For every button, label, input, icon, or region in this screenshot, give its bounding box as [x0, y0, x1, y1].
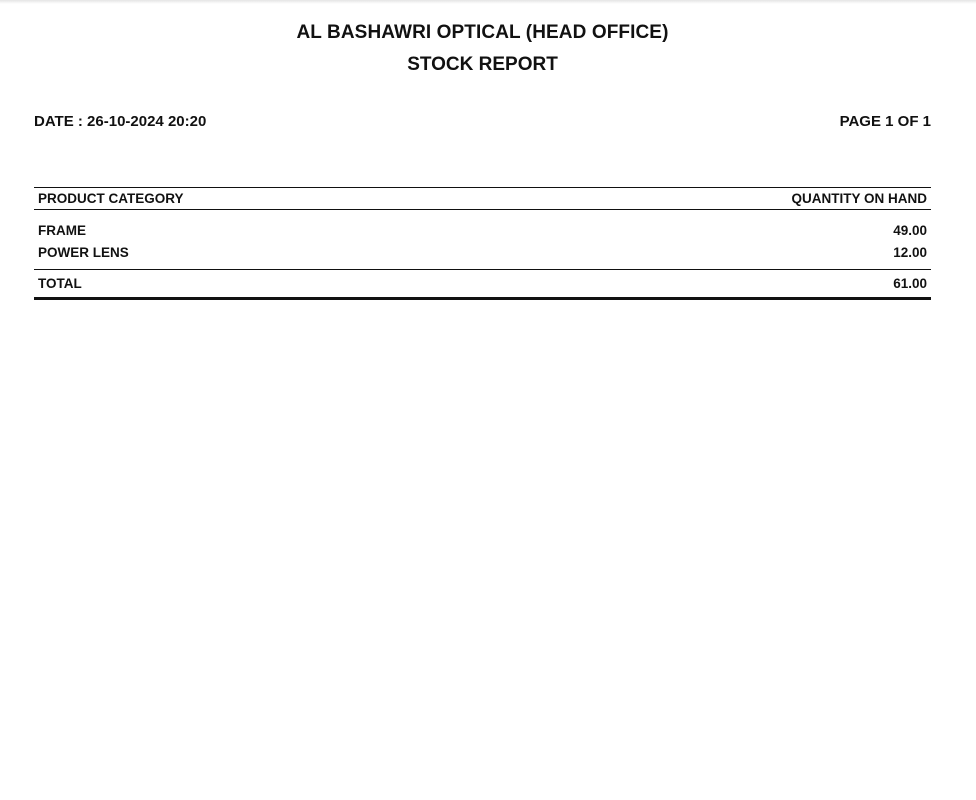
row-category: FRAME: [38, 222, 86, 238]
total-quantity: 61.00: [893, 276, 927, 291]
stock-table: PRODUCT CATEGORY QUANTITY ON HAND FRAME …: [34, 187, 931, 300]
viewer-top-shadow: [0, 0, 976, 4]
row-quantity: 49.00: [893, 222, 927, 238]
table-row: FRAME 49.00: [34, 219, 931, 241]
company-name: AL BASHAWRI OPTICAL (HEAD OFFICE): [296, 22, 669, 43]
table-row: POWER LENS 12.00: [34, 241, 931, 263]
total-row: TOTAL 61.00: [34, 270, 931, 300]
table-body: FRAME 49.00 POWER LENS 12.00: [34, 210, 931, 270]
table-header: PRODUCT CATEGORY QUANTITY ON HAND: [34, 187, 931, 210]
total-label: TOTAL: [38, 276, 82, 291]
column-header-product-category: PRODUCT CATEGORY: [38, 191, 184, 206]
page-indicator: PAGE 1 OF 1: [839, 113, 931, 130]
row-quantity: 12.00: [893, 244, 927, 260]
column-header-quantity-on-hand: QUANTITY ON HAND: [791, 191, 927, 206]
row-category: POWER LENS: [38, 244, 129, 260]
report-date: DATE : 26-10-2024 20:20: [34, 113, 207, 130]
report-title: STOCK REPORT: [407, 54, 558, 75]
